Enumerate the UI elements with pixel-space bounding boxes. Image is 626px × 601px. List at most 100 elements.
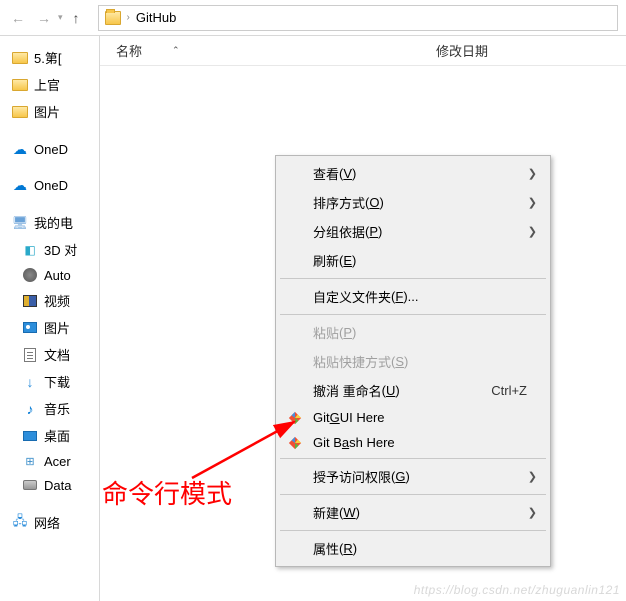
tree-item-data-disk[interactable]: Data (0, 473, 99, 497)
column-headers: 名称 ⌃ 修改日期 (100, 36, 626, 66)
folder-icon (12, 106, 28, 118)
tree-item-onedrive[interactable]: ☁OneD (0, 173, 99, 197)
folder-icon (12, 52, 28, 64)
tree-item-3d-objects[interactable]: ◧ 3D 对 (0, 236, 99, 263)
address-bar[interactable]: › GitHub (98, 5, 618, 31)
menu-item-group[interactable]: 分组依据(P)❯ (279, 217, 547, 246)
tree-label: 网络 (34, 513, 60, 532)
drive-icon (23, 480, 37, 490)
menu-label: 查看 (313, 164, 339, 183)
folder-icon (12, 79, 28, 91)
menu-label: 粘贴快捷方式 (313, 352, 391, 371)
nav-history-dropdown-icon[interactable]: ▾ (58, 12, 63, 23)
autocad-icon (23, 268, 37, 282)
tree-label: 桌面 (44, 426, 70, 445)
watermark: https://blog.csdn.net/zhuguanlin121 (414, 583, 620, 597)
menu-label: 排序方式 (313, 193, 365, 212)
tree-label: 上官 (34, 75, 60, 94)
download-icon: ↓ (22, 374, 38, 390)
git-icon (287, 435, 303, 451)
menu-item-view[interactable]: 查看(V)❯ (279, 159, 547, 188)
menu-item-properties[interactable]: 属性(R) (279, 534, 547, 563)
git-icon (287, 410, 303, 426)
menu-label: 授予访问权限 (313, 467, 391, 486)
menu-item-undo-rename[interactable]: 撤消 重命名(U)Ctrl+Z (279, 376, 547, 405)
tree-label: 音乐 (44, 399, 70, 418)
menu-item-grant-access[interactable]: 授予访问权限(G)❯ (279, 462, 547, 491)
nav-back-button[interactable]: ← (8, 8, 28, 28)
drive-icon: ⊞ (22, 453, 38, 469)
cube-icon: ◧ (22, 242, 38, 258)
toolbar: ← → ▾ ↑ › GitHub (0, 0, 626, 36)
tree-item[interactable]: 5.第[ (0, 44, 99, 71)
tree-item-network[interactable]: 🖧 网络 (0, 509, 99, 536)
chevron-right-icon[interactable]: › (127, 12, 130, 23)
menu-item-refresh[interactable]: 刷新(E) (279, 246, 547, 275)
menu-item-sort[interactable]: 排序方式(O)❯ (279, 188, 547, 217)
tree-label: Auto (44, 268, 71, 283)
column-label: 修改日期 (436, 41, 488, 60)
tree-item-music[interactable]: ♪ 音乐 (0, 395, 99, 422)
chevron-right-icon: ❯ (528, 225, 537, 238)
menu-label: 撤消 重命名 (313, 381, 382, 400)
tree-item-autocad[interactable]: Auto (0, 263, 99, 287)
tree-label: 我的电 (34, 213, 73, 232)
menu-item-new[interactable]: 新建(W)❯ (279, 498, 547, 527)
tree-label: Data (44, 478, 71, 493)
tree-label: 3D 对 (44, 240, 77, 259)
menu-label: 属性 (313, 539, 339, 558)
tree-item-documents[interactable]: 文档 (0, 341, 99, 368)
tree-item[interactable]: 上官 (0, 71, 99, 98)
menu-item-customize-folder[interactable]: 自定义文件夹(F)... (279, 282, 547, 311)
menu-separator (280, 458, 546, 459)
video-icon (23, 295, 37, 307)
column-label: 名称 (116, 41, 142, 60)
sort-ascending-icon: ⌃ (172, 45, 180, 56)
menu-item-git-gui-here[interactable]: Git GUI Here (279, 405, 547, 430)
tree-label: 图片 (44, 318, 70, 337)
tree-item-desktop[interactable]: 桌面 (0, 422, 99, 449)
menu-item-paste-shortcut: 粘贴快捷方式(S) (279, 347, 547, 376)
column-header-name[interactable]: 名称 ⌃ (100, 41, 420, 60)
column-header-modified[interactable]: 修改日期 (420, 41, 504, 60)
tree-label: 下载 (44, 372, 70, 391)
desktop-icon (23, 431, 37, 441)
nav-forward-button[interactable]: → (34, 8, 54, 28)
tree-label: 5.第[ (34, 48, 61, 67)
menu-label: 粘贴 (313, 323, 339, 342)
music-icon: ♪ (22, 401, 38, 417)
menu-label: Git B (313, 435, 342, 450)
nav-up-button[interactable]: ↑ (73, 10, 80, 26)
cloud-icon: ☁ (12, 177, 28, 193)
menu-label: 刷新 (313, 251, 339, 270)
chevron-right-icon: ❯ (528, 470, 537, 483)
tree-item-acer-disk[interactable]: ⊞ Acer (0, 449, 99, 473)
menu-label: 新建 (313, 503, 339, 522)
menu-label: Git (313, 410, 330, 425)
menu-item-paste: 粘贴(P) (279, 318, 547, 347)
pc-icon: 🖥 (12, 215, 28, 231)
tree-item-this-pc[interactable]: 🖥 我的电 (0, 209, 99, 236)
tree-label: Acer (44, 454, 71, 469)
chevron-right-icon: ❯ (528, 506, 537, 519)
folder-icon (105, 11, 121, 25)
chevron-right-icon: ❯ (528, 196, 537, 209)
navigation-tree: 5.第[ 上官 图片 ☁OneD ☁OneD 🖥我的电 ◧3D 对 Auto 视… (0, 36, 100, 601)
tree-item-onedrive[interactable]: ☁OneD (0, 137, 99, 161)
tree-label: 图片 (34, 102, 60, 121)
context-menu: 查看(V)❯ 排序方式(O)❯ 分组依据(P)❯ 刷新(E) 自定义文件夹(F)… (275, 155, 551, 567)
menu-label: 分组依据 (313, 222, 365, 241)
tree-item-videos[interactable]: 视频 (0, 287, 99, 314)
tree-item-pictures[interactable]: 图片 (0, 314, 99, 341)
menu-separator (280, 314, 546, 315)
menu-item-git-bash-here[interactable]: Git Bash Here (279, 430, 547, 455)
tree-item-downloads[interactable]: ↓ 下载 (0, 368, 99, 395)
tree-label: OneD (34, 142, 68, 157)
tree-item[interactable]: 图片 (0, 98, 99, 125)
annotation-text: 命令行模式 (102, 474, 232, 511)
network-icon: 🖧 (12, 515, 28, 531)
document-icon (24, 348, 36, 362)
keyboard-shortcut: Ctrl+Z (491, 383, 527, 398)
menu-separator (280, 530, 546, 531)
address-folder-name[interactable]: GitHub (136, 10, 176, 25)
